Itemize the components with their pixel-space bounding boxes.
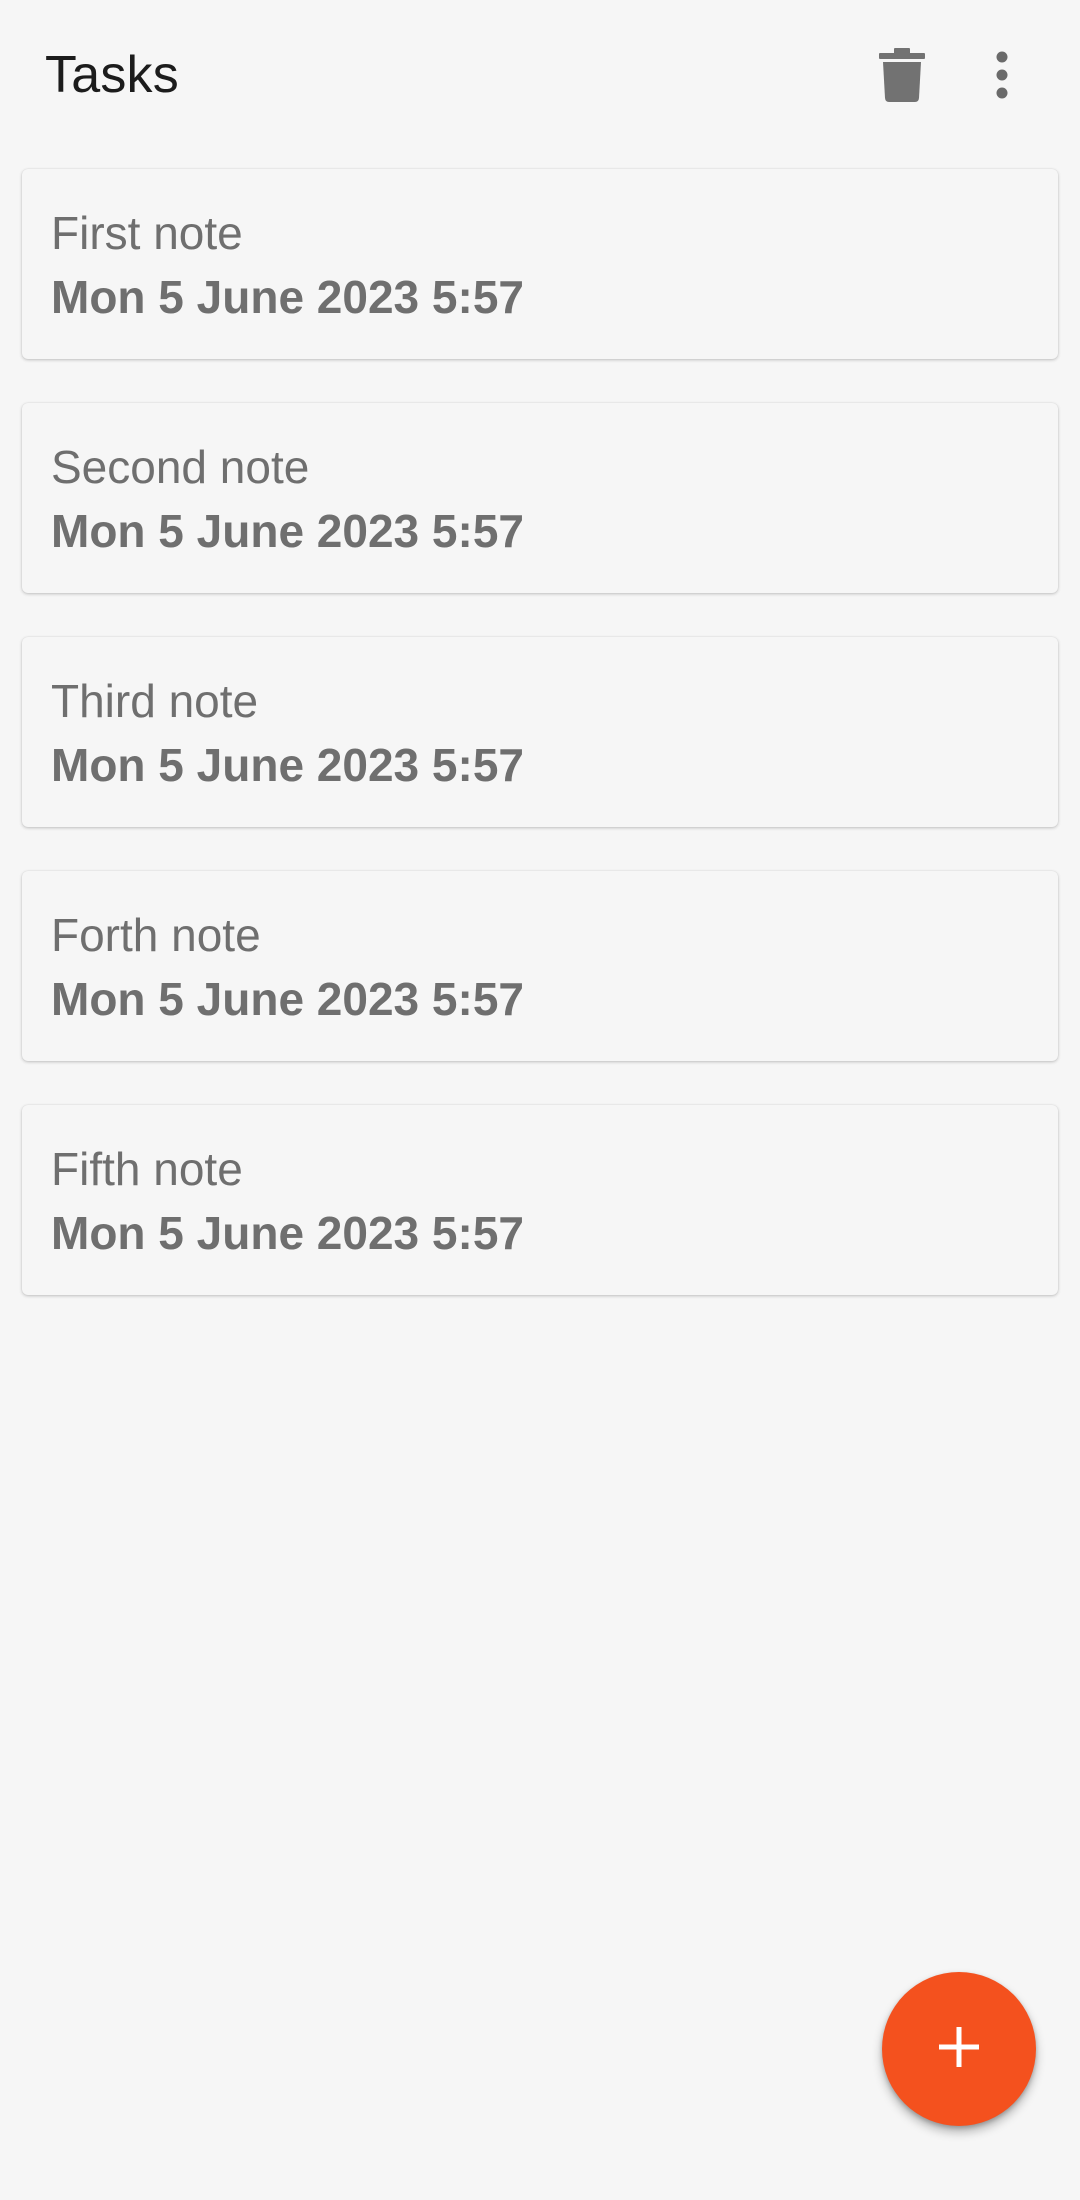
overflow-menu-button[interactable] — [952, 25, 1052, 125]
note-date: Mon 5 June 2023 5:57 — [51, 973, 524, 1025]
delete-button[interactable] — [852, 25, 952, 125]
note-title: Forth note — [51, 909, 261, 961]
list-item[interactable]: Third note Mon 5 June 2023 5:57 — [22, 637, 1058, 827]
app-bar: Tasks — [0, 0, 1080, 150]
note-title: Second note — [51, 441, 310, 493]
note-date: Mon 5 June 2023 5:57 — [51, 271, 524, 323]
note-title: First note — [51, 207, 243, 259]
note-date: Mon 5 June 2023 5:57 — [51, 505, 524, 557]
plus-icon — [939, 2026, 979, 2072]
note-date: Mon 5 June 2023 5:57 — [51, 739, 524, 791]
note-title: Fifth note — [51, 1143, 243, 1195]
add-note-button[interactable] — [882, 1972, 1036, 2126]
list-item[interactable]: Forth note Mon 5 June 2023 5:57 — [22, 871, 1058, 1061]
list-item[interactable]: Second note Mon 5 June 2023 5:57 — [22, 403, 1058, 593]
list-item[interactable]: First note Mon 5 June 2023 5:57 — [22, 169, 1058, 359]
notes-list: First note Mon 5 June 2023 5:57 Second n… — [22, 169, 1058, 1339]
tasks-screen: Tasks First note Mon 5 June 2023 5:57 Se… — [0, 0, 1080, 2200]
note-date: Mon 5 June 2023 5:57 — [51, 1207, 524, 1259]
list-item[interactable]: Fifth note Mon 5 June 2023 5:57 — [22, 1105, 1058, 1295]
trash-icon — [879, 48, 925, 102]
note-title: Third note — [51, 675, 259, 727]
page-title: Tasks — [45, 46, 179, 104]
more-vert-icon — [995, 51, 1009, 99]
